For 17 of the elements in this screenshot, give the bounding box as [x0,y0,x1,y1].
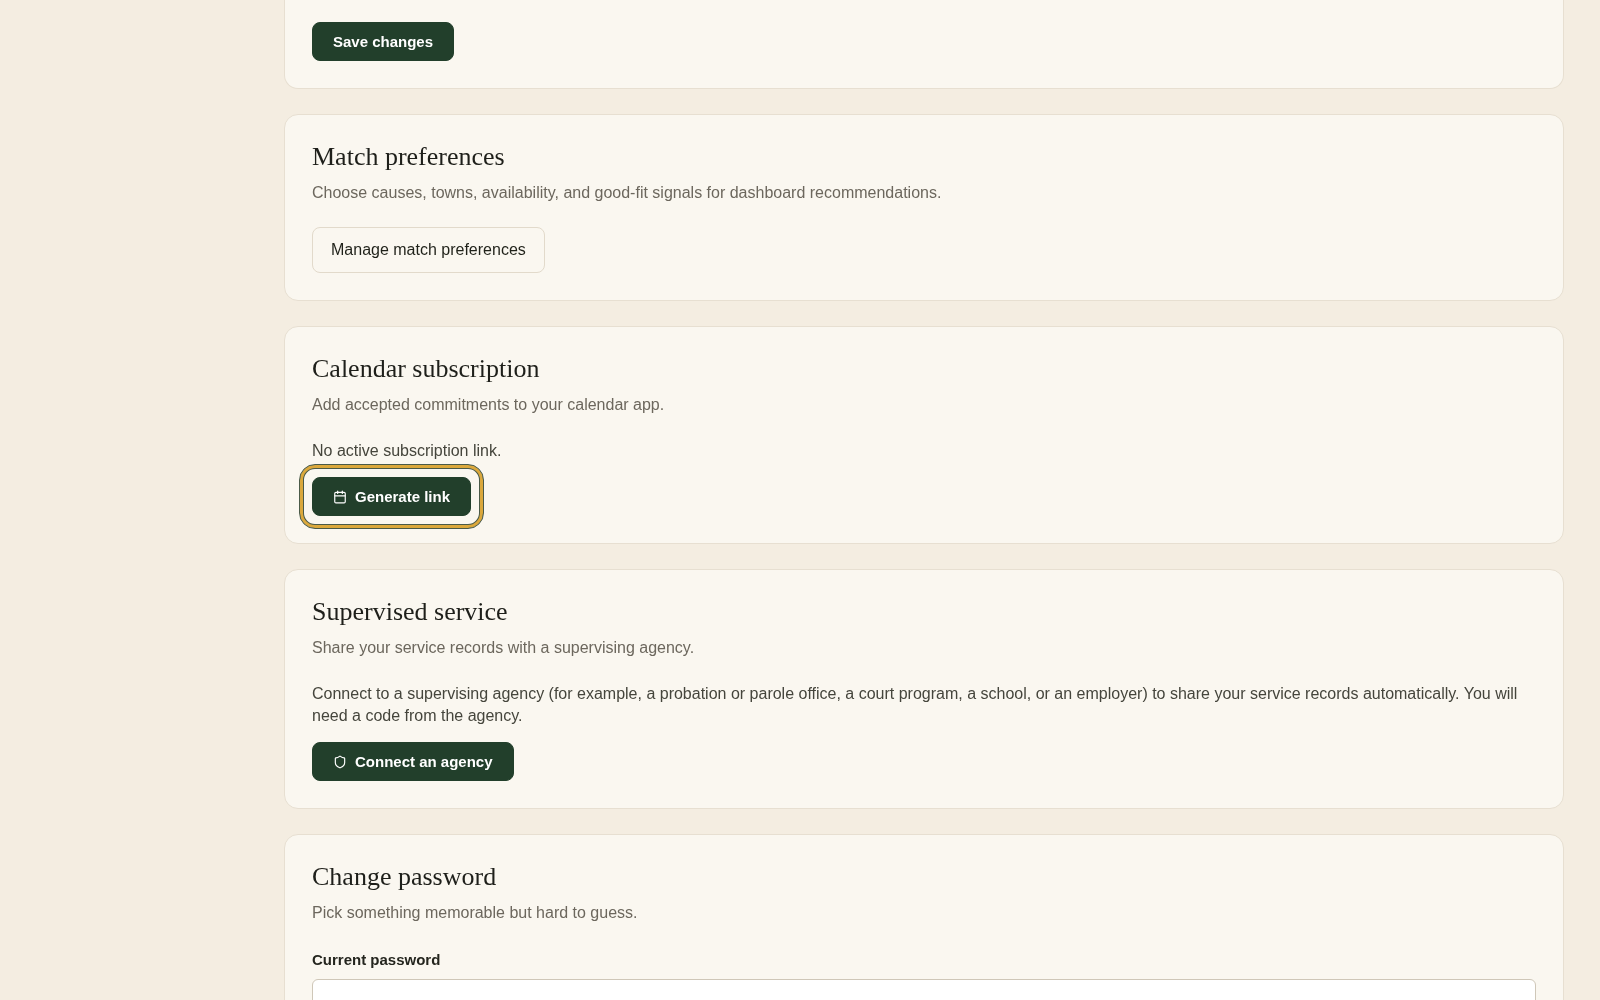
section-description: Pick something memorable but hard to guess. [312,903,639,923]
shield-icon [333,754,347,769]
field-label: Current password [312,950,442,970]
section-description: Share your service records with a supervising agency. [312,638,696,658]
calendar-icon [333,489,347,504]
manage-preferences-button[interactable]: Manage match preferences [312,227,545,273]
section-title: Change password [312,861,498,893]
section-text: No active subscription link. [312,441,503,461]
section-description: Choose causes, towns, availability, and good-fit signals for dashboard recommendations. [312,183,943,203]
section-title: Calendar subscription [312,353,541,385]
section-title: Match preferences [312,141,506,173]
section-text: Connect to a supervising agency (for example, a probation or parole office, a court program, a school, or an employer) to share your service records automatically. You will need a code from the agency. [312,684,1519,726]
connect-agency-button[interactable]: Connect an agency [312,742,514,781]
generate-link-button[interactable]: Generate link [312,477,472,516]
section-description: Add accepted commitments to your calendar app. [312,395,666,415]
save-button[interactable]: Save changes [312,22,455,61]
section-title: Supervised service [312,596,509,628]
